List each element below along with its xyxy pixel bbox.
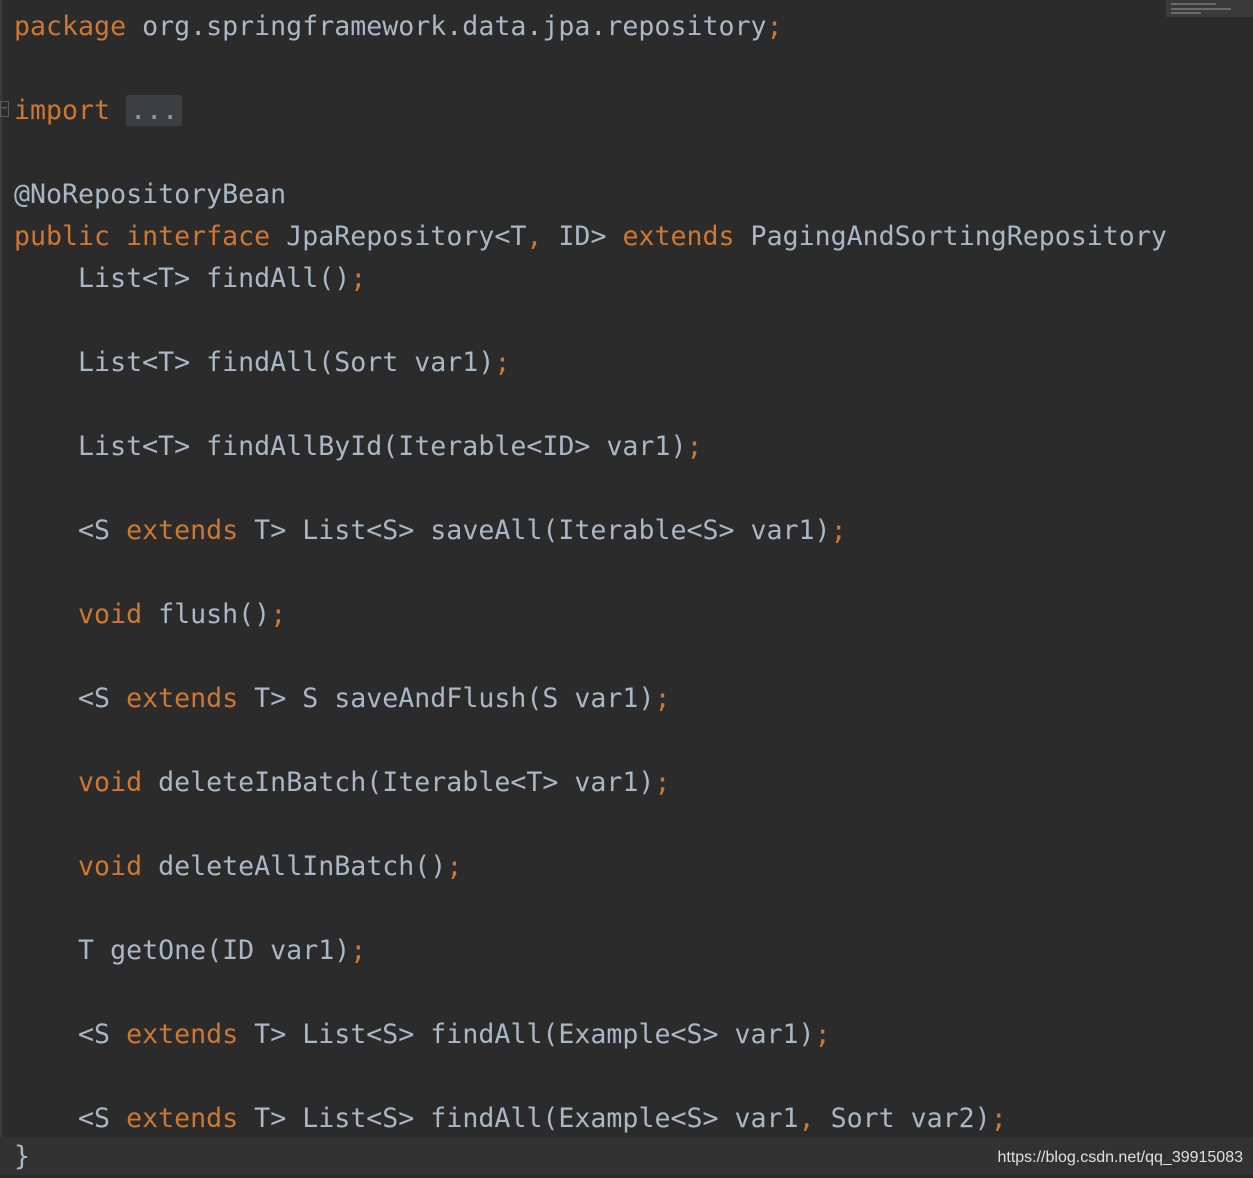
method-signature: List<T> findAll() bbox=[78, 263, 351, 294]
import-fold-placeholder[interactable]: ... bbox=[126, 95, 183, 126]
type-param-open: <S bbox=[78, 683, 127, 714]
closing-brace: } bbox=[14, 1141, 31, 1172]
semicolon: ; bbox=[350, 935, 367, 966]
watermark-url: https://blog.csdn.net/qq_39915083 bbox=[997, 1149, 1243, 1166]
import-keyword: import bbox=[14, 95, 111, 126]
semicolon: ; bbox=[494, 347, 511, 378]
semicolon: ; bbox=[654, 767, 671, 798]
keyword: void bbox=[78, 767, 143, 798]
minimap-line bbox=[1171, 8, 1231, 10]
method-signature: List<T> findAllById(Iterable<ID> var1) bbox=[78, 431, 687, 462]
comma: , bbox=[526, 221, 543, 252]
minimap-line bbox=[1171, 12, 1201, 14]
method-signature: T getOne(ID var1) bbox=[78, 935, 351, 966]
annotation-line: @NoRepositoryBean bbox=[14, 174, 286, 216]
semicolon: ; bbox=[990, 1103, 1007, 1134]
code-editor[interactable]: package org.springframework.data.jpa.rep… bbox=[0, 0, 1253, 1175]
method-line: List<T> findAll(Sort var1); bbox=[14, 342, 510, 384]
minimap[interactable] bbox=[1166, 0, 1253, 17]
method-signature: List<T> findAll(Sort var1) bbox=[78, 347, 495, 378]
public-keyword: public bbox=[14, 221, 111, 252]
fold-expand-icon[interactable]: − bbox=[0, 101, 9, 117]
keyword: extends bbox=[126, 1103, 239, 1134]
keyword: void bbox=[78, 851, 143, 882]
method-signature: T> List<S> findAll(Example<S> var1 bbox=[238, 1103, 799, 1134]
extends-keyword: extends bbox=[622, 221, 735, 252]
type-param-open: <S bbox=[78, 1019, 127, 1050]
method-signature: T> List<S> saveAll(Iterable<S> var1) bbox=[238, 515, 831, 546]
method-signature: T> S saveAndFlush(S var1) bbox=[238, 683, 655, 714]
annotation: @NoRepositoryBean bbox=[14, 179, 287, 210]
gutter bbox=[0, 0, 2, 1175]
method-line: <S extends T> List<S> findAll(Example<S>… bbox=[14, 1014, 831, 1056]
comma: , bbox=[798, 1103, 815, 1134]
method-line: List<T> findAll(); bbox=[14, 258, 366, 300]
method-signature: deleteAllInBatch() bbox=[142, 851, 447, 882]
semicolon: ; bbox=[446, 851, 463, 882]
semicolon: ; bbox=[830, 515, 847, 546]
method-signature-tail: Sort var2) bbox=[814, 1103, 991, 1134]
method-signature: T> List<S> findAll(Example<S> var1) bbox=[238, 1019, 815, 1050]
interface-name: JpaRepository<T bbox=[270, 221, 527, 252]
keyword: extends bbox=[126, 1019, 239, 1050]
interface-declaration-line: public interface JpaRepository<T, ID> ex… bbox=[14, 216, 1167, 258]
package-line: package org.springframework.data.jpa.rep… bbox=[14, 6, 783, 48]
semicolon: ; bbox=[686, 431, 703, 462]
package-name: org.springframework.data.jpa.repository bbox=[126, 11, 767, 42]
method-line: void flush(); bbox=[14, 594, 286, 636]
type-param-open: <S bbox=[78, 1103, 127, 1134]
type-param-open: <S bbox=[78, 515, 127, 546]
package-keyword: package bbox=[14, 11, 127, 42]
method-line: <S extends T> S saveAndFlush(S var1); bbox=[14, 678, 670, 720]
minimap-line bbox=[1171, 3, 1216, 5]
method-line: <S extends T> List<S> saveAll(Iterable<S… bbox=[14, 510, 847, 552]
keyword: extends bbox=[126, 515, 239, 546]
keyword: void bbox=[78, 599, 143, 630]
semicolon: ; bbox=[766, 11, 783, 42]
semicolon: ; bbox=[270, 599, 287, 630]
method-signature: deleteInBatch(Iterable<T> var1) bbox=[142, 767, 655, 798]
method-line: T getOne(ID var1); bbox=[14, 930, 366, 972]
interface-keyword: interface bbox=[126, 221, 271, 252]
semicolon: ; bbox=[350, 263, 367, 294]
semicolon: ; bbox=[814, 1019, 831, 1050]
type-param-id: ID> bbox=[542, 221, 623, 252]
import-line: import ... bbox=[14, 90, 183, 132]
method-line: void deleteAllInBatch(); bbox=[14, 846, 462, 888]
method-line: void deleteInBatch(Iterable<T> var1); bbox=[14, 762, 670, 804]
keyword: extends bbox=[126, 683, 239, 714]
method-signature: flush() bbox=[142, 599, 271, 630]
semicolon: ; bbox=[654, 683, 671, 714]
method-line: <S extends T> List<S> findAll(Example<S>… bbox=[14, 1098, 1007, 1140]
parent-interface: PagingAndSortingRepository bbox=[734, 221, 1167, 252]
method-line: List<T> findAllById(Iterable<ID> var1); bbox=[14, 426, 702, 468]
